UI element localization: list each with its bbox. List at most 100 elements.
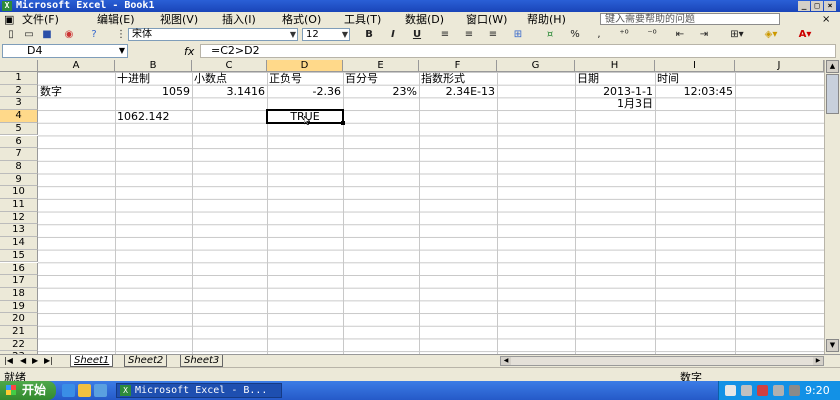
cell-e1[interactable]: 百分号 <box>343 72 419 85</box>
column-header-b[interactable]: B <box>115 60 192 72</box>
tab-sheet1[interactable]: Sheet1 <box>70 355 114 367</box>
cell-h1[interactable]: 日期 <box>575 72 655 85</box>
help-search-input[interactable]: 键入需要帮助的问题 <box>600 13 780 25</box>
cell-h3[interactable]: 1月3日 <box>575 97 655 111</box>
scroll-left-icon[interactable]: ◀ <box>501 357 511 365</box>
cell-c1[interactable]: 小数点 <box>192 72 267 85</box>
horizontal-scrollbar[interactable]: ◀ ▶ <box>500 356 824 366</box>
row-header-19[interactable]: 19 <box>0 300 38 314</box>
scroll-up-icon[interactable]: ▲ <box>826 60 839 73</box>
comma-button[interactable]: , <box>594 28 604 42</box>
borders-icon[interactable]: ⊞▾ <box>728 28 746 42</box>
scroll-thumb[interactable] <box>826 74 839 114</box>
row-header-17[interactable]: 17 <box>0 275 38 288</box>
menu-edit[interactable]: 编辑(E) <box>97 13 135 26</box>
row-header-9[interactable]: 9 <box>0 173 38 187</box>
row-header-14[interactable]: 14 <box>0 237 38 250</box>
column-header-j[interactable]: J <box>735 60 824 72</box>
menu-window[interactable]: 窗口(W) <box>466 13 507 26</box>
formula-input[interactable]: =C2>D2 <box>200 44 836 58</box>
scroll-down-icon[interactable]: ▼ <box>826 339 839 352</box>
prev-sheet-icon[interactable]: ◀ <box>20 356 26 366</box>
row-header-5[interactable]: 5 <box>0 122 38 136</box>
save-icon[interactable]: ■ <box>40 28 54 42</box>
menu-format[interactable]: 格式(O) <box>282 13 321 26</box>
row-header-20[interactable]: 20 <box>0 313 38 326</box>
maximize-icon[interactable]: □ <box>811 1 823 11</box>
show-desktop-icon[interactable] <box>94 384 107 397</box>
first-sheet-icon[interactable]: |◀ <box>4 356 13 366</box>
open-folder-icon[interactable]: ▭ <box>22 28 36 42</box>
decrease-indent-icon[interactable]: ⇤ <box>672 28 688 42</box>
font-color-icon[interactable]: A▾ <box>794 28 816 42</box>
insert-function-icon[interactable]: fx <box>184 45 194 58</box>
menu-help[interactable]: 帮助(H) <box>527 13 566 26</box>
bold-button[interactable]: B <box>362 28 376 42</box>
close-icon[interactable]: × <box>824 1 836 11</box>
doc-icon[interactable]: ▣ <box>4 13 14 26</box>
increase-indent-icon[interactable]: ⇥ <box>696 28 712 42</box>
row-header-16[interactable]: 16 <box>0 262 38 276</box>
volume-icon[interactable] <box>789 385 800 396</box>
start-button[interactable]: 开始 <box>0 381 56 400</box>
name-box[interactable]: D4 ▼ <box>2 44 128 58</box>
tab-sheet3[interactable]: Sheet3 <box>180 355 224 367</box>
font-name-select[interactable]: 宋体 ▼ <box>128 28 298 41</box>
row-header-8[interactable]: 8 <box>0 160 38 174</box>
ie-browser-icon[interactable] <box>62 384 75 397</box>
row-header-6[interactable]: 6 <box>0 135 38 149</box>
row-header-2[interactable]: 2 <box>0 84 38 98</box>
row-header-4[interactable]: 4 <box>0 110 38 123</box>
row-header-18[interactable]: 18 <box>0 287 38 301</box>
percent-button[interactable]: % <box>568 28 582 42</box>
permission-icon[interactable]: ◉ <box>62 28 76 42</box>
row-header-11[interactable]: 11 <box>0 199 38 212</box>
row-header-3[interactable]: 3 <box>0 97 38 111</box>
column-header-d[interactable]: D <box>267 60 343 72</box>
menu-insert[interactable]: 插入(I) <box>222 13 256 26</box>
decrease-decimal-icon[interactable]: ⁻⁰ <box>644 28 660 42</box>
cell-f2[interactable]: 2.34E-13 <box>419 85 497 98</box>
help-icon[interactable]: ? <box>86 28 102 42</box>
scroll-right-icon[interactable]: ▶ <box>813 357 823 365</box>
cell-b4[interactable]: 1062.142 <box>115 110 192 123</box>
tray-app-icon[interactable] <box>741 385 752 396</box>
row-header-1[interactable]: 1 <box>0 72 38 85</box>
align-left-icon[interactable]: ≡ <box>438 28 452 42</box>
cell-d1[interactable]: 正负号 <box>267 72 343 85</box>
cell-b2[interactable]: 1059 <box>115 85 192 98</box>
menu-view[interactable]: 视图(V) <box>160 13 198 26</box>
tray-antivirus-icon[interactable] <box>757 385 768 396</box>
cell-b1[interactable]: 十进制 <box>115 72 192 85</box>
cell-i2[interactable]: 12:03:45 <box>655 85 735 98</box>
increase-decimal-icon[interactable]: ⁺⁰ <box>616 28 632 42</box>
language-icon[interactable] <box>725 385 736 396</box>
currency-icon[interactable]: ¤ <box>542 28 558 42</box>
row-header-7[interactable]: 7 <box>0 148 38 161</box>
cell-a2[interactable]: 数字 <box>38 85 115 98</box>
vertical-scrollbar[interactable]: ▲ ▼ <box>824 60 840 354</box>
row-header-15[interactable]: 15 <box>0 249 38 263</box>
column-header-g[interactable]: G <box>497 60 575 72</box>
menu-data[interactable]: 数据(D) <box>405 13 444 26</box>
menu-tools[interactable]: 工具(T) <box>344 13 381 26</box>
cell-h2[interactable]: 2013-1-1 <box>575 85 655 98</box>
workbook-close-icon[interactable]: × <box>822 14 830 25</box>
column-header-i[interactable]: I <box>655 60 735 72</box>
row-header-13[interactable]: 13 <box>0 224 38 238</box>
row-header-12[interactable]: 12 <box>0 211 38 225</box>
row-header-10[interactable]: 10 <box>0 186 38 199</box>
fill-color-icon[interactable]: ◈▾ <box>760 28 782 42</box>
minimize-icon[interactable]: _ <box>798 1 810 11</box>
column-header-c[interactable]: C <box>192 60 267 72</box>
column-header-h[interactable]: H <box>575 60 655 72</box>
cell-i1[interactable]: 时间 <box>655 72 735 85</box>
column-header-f[interactable]: F <box>419 60 497 72</box>
network-icon[interactable] <box>773 385 784 396</box>
underline-button[interactable]: U <box>410 28 424 42</box>
cell-f1[interactable]: 指数形式 <box>419 72 497 85</box>
align-right-icon[interactable]: ≡ <box>486 28 500 42</box>
align-center-icon[interactable]: ≡ <box>462 28 476 42</box>
taskbar-excel-item[interactable]: X Microsoft Excel - B... <box>116 383 282 398</box>
new-file-icon[interactable]: ▯ <box>4 28 18 42</box>
